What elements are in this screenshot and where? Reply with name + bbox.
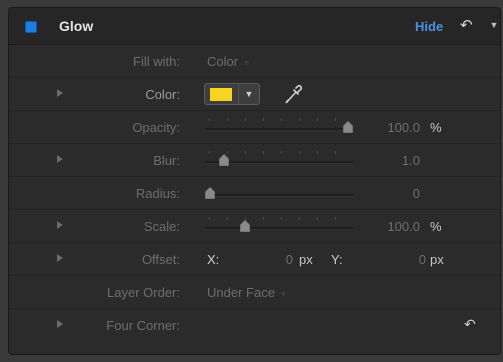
scale-unit: % [430, 219, 442, 234]
scale-label: Scale: [143, 219, 180, 234]
slider-knob[interactable] [219, 154, 229, 166]
chevron-down-icon[interactable]: ▼ [486, 18, 500, 32]
opacity-label: Opacity: [132, 120, 180, 135]
row-radius: Radius: 0 [9, 177, 500, 210]
disclosure-triangle-icon[interactable] [57, 89, 63, 97]
radius-slider[interactable] [205, 183, 353, 203]
opacity-slider[interactable] [205, 117, 353, 137]
opacity-unit: % [430, 120, 442, 135]
layer-order-popup[interactable]: Under Face ÷ [207, 285, 286, 300]
hide-button[interactable]: Hide [415, 19, 443, 34]
disclosure-triangle-icon[interactable] [57, 254, 63, 262]
row-scale: Scale: 100.0 % [9, 210, 500, 243]
scale-slider[interactable] [205, 216, 353, 236]
color-label: Color: [145, 87, 180, 102]
disclosure-triangle-icon[interactable] [57, 155, 63, 163]
disclosure-triangle-icon[interactable] [57, 320, 63, 328]
fill-with-label: Fill with: [133, 54, 180, 69]
color-well[interactable]: ▼ [204, 83, 260, 105]
slider-knob[interactable] [343, 121, 353, 133]
row-opacity: Opacity: 100.0 % [9, 111, 500, 144]
glow-inspector-panel: Glow Hide ↶ ▼ Fill with: Color ÷ Color: ▼… [8, 7, 501, 355]
chevron-down-icon[interactable]: ▼ [238, 84, 259, 104]
glow-enable-checkbox[interactable] [25, 21, 37, 33]
row-color: Color: ▼ [9, 78, 500, 111]
blur-value[interactable]: 1.0 [402, 153, 420, 168]
panel-header: Glow Hide ↶ ▼ [9, 8, 500, 45]
radius-value[interactable]: 0 [413, 186, 420, 201]
offset-y-value[interactable]: 0 [402, 252, 426, 267]
blur-label: Blur: [153, 153, 180, 168]
slider-knob[interactable] [205, 187, 215, 199]
color-swatch [210, 88, 232, 101]
disclosure-triangle-icon[interactable] [57, 221, 63, 229]
radius-label: Radius: [135, 186, 180, 201]
slider-knob[interactable] [240, 220, 250, 232]
scale-value[interactable]: 100.0 [387, 219, 420, 234]
row-blur: Blur: 1.0 [9, 144, 500, 177]
reset-arrow-icon[interactable]: ↶ [464, 316, 476, 333]
fill-with-popup[interactable]: Color ÷ [207, 54, 249, 69]
row-offset: Offset: X: 0 px Y: 0 px [9, 243, 500, 276]
popup-arrows-icon: ÷ [244, 58, 250, 68]
offset-x-value[interactable]: 0 [269, 252, 293, 267]
offset-x-label: X: [207, 252, 220, 267]
layer-order-label: Layer Order: [107, 285, 180, 300]
row-fill-with: Fill with: Color ÷ [9, 45, 500, 78]
row-four-corner: Four Corner: ↶ [9, 309, 500, 342]
blur-slider[interactable] [205, 150, 353, 170]
eyedropper-icon[interactable] [283, 83, 303, 110]
offset-y-label: Y: [331, 252, 343, 267]
panel-title: Glow [59, 18, 94, 34]
opacity-value[interactable]: 100.0 [387, 120, 420, 135]
offset-label: Offset: [141, 252, 180, 267]
row-layer-order: Layer Order: Under Face ÷ [9, 276, 500, 309]
offset-x-unit: px [299, 252, 313, 267]
popup-arrows-icon: ÷ [280, 289, 286, 299]
reset-arrow-icon[interactable]: ↶ [460, 16, 473, 34]
four-corner-label: Four Corner: [106, 318, 180, 333]
offset-y-unit: px [430, 252, 444, 267]
